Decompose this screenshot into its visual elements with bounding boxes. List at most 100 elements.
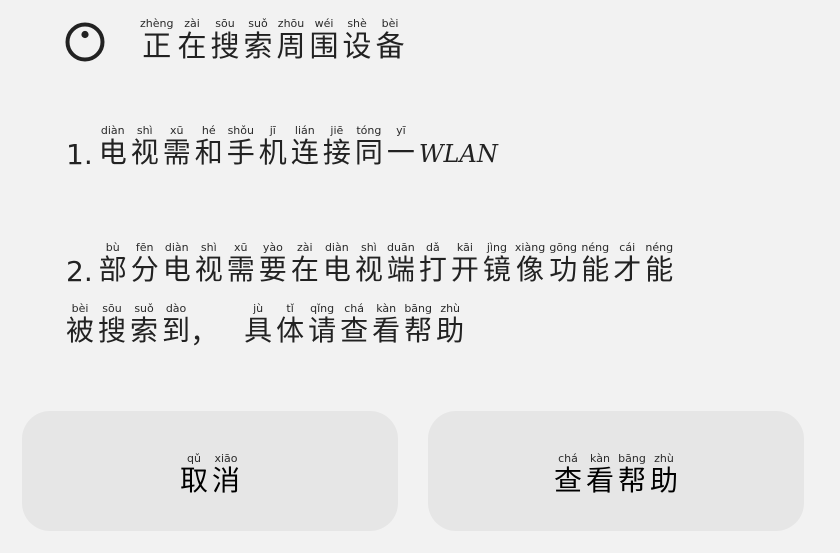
char-text: 连 (290, 136, 319, 169)
pinyin-char: 围wéi (310, 17, 339, 65)
pinyin-char: 助zhù (650, 452, 679, 499)
step-1-chars: 电diàn 视shì 需xū 和hé 手shǒu 机jī 连lián 接jiē 同tóng 一yī (98, 124, 415, 171)
pinyin-char: 同tóng (354, 124, 383, 171)
char-text: 端 (386, 253, 415, 286)
pinyin-text: tǐ (276, 302, 305, 315)
char-text: 查 (553, 465, 582, 496)
char-text: 正 (140, 29, 174, 63)
pinyin-char: 一yī (387, 124, 415, 171)
pinyin-text: suǒ (243, 17, 273, 30)
view-help-button[interactable]: 查chá 看kàn 帮bāng 助zhù (428, 411, 804, 531)
pinyin-text: kàn (585, 452, 614, 465)
pinyin-text: shì (194, 241, 223, 254)
pinyin-char: 体tǐ (276, 302, 305, 349)
char-text: 消 (212, 465, 241, 496)
char-text: 部 (98, 253, 127, 286)
pinyin-char: 能néng (581, 241, 610, 288)
pinyin-char: 消xiāo (212, 452, 241, 499)
pinyin-text: zài (290, 241, 319, 254)
char-text: 助 (650, 465, 679, 496)
pinyin-text: duān (386, 241, 415, 254)
char-text: 分 (130, 253, 159, 286)
char-text: 视 (130, 136, 159, 169)
pinyin-text: gōng (549, 241, 578, 254)
pinyin-char: 和hé (194, 124, 223, 171)
pinyin-text: jìng (482, 241, 511, 254)
pinyin-char: 手shǒu (226, 124, 255, 171)
char-text: 到 (162, 314, 191, 347)
pinyin-char: 备bèi (375, 17, 405, 65)
pinyin-char: 看kàn (585, 452, 614, 499)
pinyin-text: zhù (436, 302, 465, 315)
step-2-chars-line-2a: 被bèi 搜sōu 索suǒ 到dào (66, 302, 191, 349)
search-devices-dialog: 正zhèng 在zài 搜sōu 索suǒ 周zhōu 围wéi 设shè 备bèi 1. 电… (0, 0, 840, 553)
pinyin-text: fēn (130, 241, 159, 254)
char-text: 周 (276, 29, 306, 63)
pinyin-char: 具jù (244, 302, 272, 349)
char-text: 索 (243, 29, 273, 63)
step-2-chars-line-2b: 具jù 体tǐ 请qǐng 查chá 看kàn 帮bāng 助zhù (244, 302, 465, 349)
char-text: 电 (322, 253, 351, 286)
pinyin-text: sōu (98, 302, 127, 315)
pinyin-char: 周zhōu (276, 17, 306, 65)
char-text: 手 (226, 136, 255, 169)
pinyin-text: cái (613, 241, 642, 254)
step-2-text-line-2: 被bèi 搜sōu 索suǒ 到dào ， 具jù 体tǐ 请qǐng 查chá 看kàn 帮b… (66, 302, 465, 349)
pinyin-text: jiē (322, 124, 351, 137)
char-text: 接 (322, 136, 351, 169)
pinyin-char: 视shì (130, 124, 159, 171)
pinyin-char: 打dǎ (418, 241, 447, 288)
pinyin-text: shǒu (226, 124, 255, 137)
cancel-button-label: 取qǔ 消xiāo (180, 452, 241, 499)
char-text: 要 (258, 253, 287, 286)
pinyin-char: 索suǒ (130, 302, 158, 349)
pinyin-char: 分fēn (130, 241, 159, 288)
pinyin-char: 正zhèng (140, 17, 174, 65)
pinyin-char: 才cái (613, 241, 642, 288)
char-text: 同 (354, 136, 383, 169)
pinyin-text: bāng (618, 452, 646, 465)
pinyin-text: dǎ (418, 241, 447, 254)
char-text: 能 (581, 253, 610, 286)
dialog-header: 正zhèng 在zài 搜sōu 索suǒ 周zhōu 围wéi 设shè 备bèi (64, 17, 405, 65)
pinyin-text: yào (258, 241, 287, 254)
pinyin-char: 看kàn (372, 302, 400, 349)
char-text: 设 (342, 29, 372, 63)
pinyin-char: 在zài (290, 241, 319, 288)
pinyin-char: 帮bāng (404, 302, 432, 349)
char-text: 需 (162, 136, 191, 169)
pinyin-char: 查chá (340, 302, 368, 349)
pinyin-text: zài (177, 17, 207, 30)
pinyin-text: bèi (66, 302, 94, 315)
step-2-text-line-1: 2. 部bù 分fēn 电diàn 视shì 需xū 要yào 在zài 电diàn 视shì 端… (66, 241, 673, 288)
char-text: 视 (194, 253, 223, 286)
step-2-comma: ， (190, 316, 219, 349)
step-1-text: 1. 电diàn 视shì 需xū 和hé 手shǒu 机jī 连lián 接jiē 同tóng… (66, 124, 498, 171)
char-text: 才 (613, 253, 642, 286)
pinyin-char: 需xū (162, 124, 191, 171)
pinyin-char: 部bù (98, 241, 127, 288)
loading-spinner-icon (65, 22, 105, 62)
char-text: 电 (98, 136, 127, 169)
dialog-title: 正zhèng 在zài 搜sōu 索suǒ 周zhōu 围wéi 设shè 备bèi (140, 17, 405, 65)
pinyin-text: bèi (375, 17, 405, 30)
pinyin-char: 取qǔ (180, 452, 208, 499)
step-1-number: 1. (66, 138, 93, 171)
pinyin-char: 助zhù (436, 302, 465, 349)
pinyin-char: 需xū (226, 241, 255, 288)
pinyin-char: 要yào (258, 241, 287, 288)
pinyin-char: 接jiē (322, 124, 351, 171)
pinyin-text: dào (162, 302, 191, 315)
view-help-button-label: 查chá 看kàn 帮bāng 助zhù (553, 452, 679, 499)
pinyin-text: hé (194, 124, 223, 137)
pinyin-text: diàn (98, 124, 127, 137)
char-text: 功 (549, 253, 578, 286)
char-text: 被 (66, 314, 95, 347)
char-text: 需 (226, 253, 255, 286)
pinyin-text: shì (354, 241, 383, 254)
pinyin-char: 设shè (342, 17, 372, 65)
cancel-button[interactable]: 取qǔ 消xiāo (22, 411, 398, 531)
pinyin-text: jī (258, 124, 287, 137)
pinyin-char: 像xiàng (515, 241, 545, 288)
pinyin-char: 查chá (553, 452, 582, 499)
